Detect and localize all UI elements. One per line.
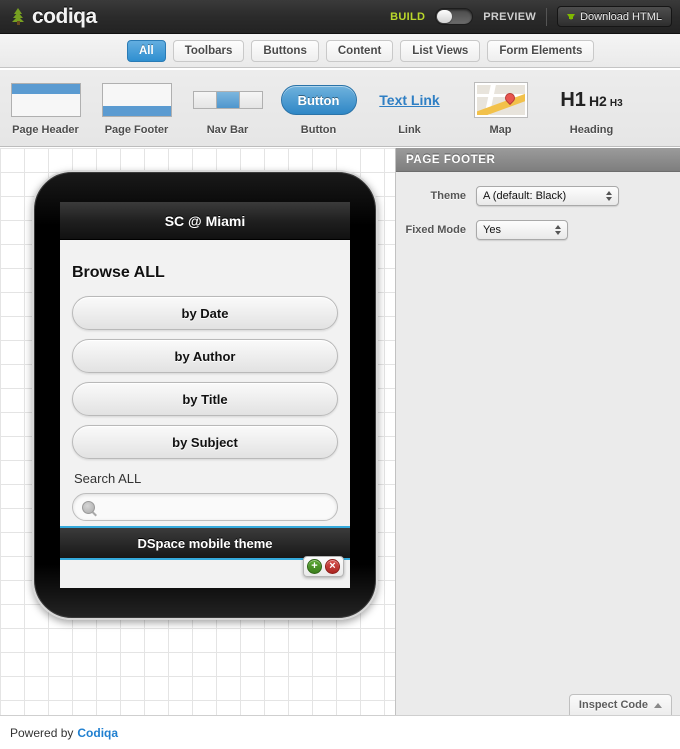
tab-form-elements[interactable]: Form Elements [487,39,595,62]
theme-select[interactable]: A (default: Black) [476,186,619,206]
mobile-button-by-author[interactable]: by Author [72,339,338,373]
field-row-fixed-mode: Fixed Mode Yes [396,220,680,240]
palette-label: Page Header [12,124,79,136]
properties-panel: PAGE FOOTER Theme A (default: Black) Fix… [395,148,680,715]
mobile-heading[interactable]: Browse ALL [72,264,338,282]
field-row-theme: Theme A (default: Black) [396,186,680,206]
fixed-mode-label: Fixed Mode [405,224,466,236]
tree-logo-icon [10,8,26,25]
palette-item-page-header[interactable]: Page Header [0,79,91,136]
delete-element-button[interactable]: × [325,559,340,574]
palette-label: Link [398,124,421,136]
mobile-button-by-title[interactable]: by Title [72,382,338,416]
category-tab-bar: All Toolbars Buttons Content List Views … [0,34,680,68]
heading-h2: H2 [588,92,607,109]
fixed-mode-select[interactable]: Yes [476,220,568,240]
logo[interactable]: codiqa [0,5,97,29]
palette-label: Button [300,124,337,136]
divider [546,7,548,26]
inspect-code-label: Inspect Code [578,699,648,711]
download-html-label: Download HTML [580,10,662,23]
button-icon: Button [280,79,357,121]
tab-all[interactable]: All [127,39,166,62]
palette-label: Heading [569,124,614,136]
palette-item-page-footer[interactable]: Page Footer [91,79,182,136]
powered-by-text: Powered by [10,725,74,740]
download-html-button[interactable]: Download HTML [557,6,672,27]
selection-action-toolbar: + × [303,556,344,577]
download-arrow-icon [567,13,576,20]
heading-h3: H3 [609,97,623,109]
tab-toolbars[interactable]: Toolbars [172,39,245,62]
design-canvas[interactable]: SC @ Miami Browse ALL by Date by Author … [0,148,395,715]
mobile-page-footer[interactable]: DSpace mobile theme [60,526,350,560]
palette-label: Map [489,124,512,136]
preview-label: PREVIEW [483,10,537,23]
page-footer-icon [101,79,172,121]
palette-label: Page Footer [104,124,169,136]
add-element-button[interactable]: + [307,559,322,574]
chevron-updown-icon [555,225,561,235]
mobile-content: Browse ALL by Date by Author by Title by… [60,240,350,521]
build-label: BUILD [390,10,426,23]
palette-item-link[interactable]: Text Link Link [364,79,455,136]
tab-buttons[interactable]: Buttons [251,39,319,62]
heading-icon: H1 H2 H3 [560,79,622,121]
app-root: codiqa BUILD PREVIEW Download HTML All T… [0,0,680,749]
fixed-mode-select-value: Yes [483,224,501,236]
search-icon [82,500,95,514]
panel-title: PAGE FOOTER [396,148,680,172]
toggle-knob [437,10,453,23]
button-icon-label: Button [280,85,357,115]
chevron-updown-icon [606,191,612,201]
palette-label: Nav Bar [206,124,249,136]
page-header-icon [10,79,81,121]
top-bar-right: BUILD PREVIEW Download HTML [390,6,680,27]
link-icon-label: Text Link [379,92,440,108]
link-icon: Text Link [379,79,439,121]
palette-item-map[interactable]: Map [455,79,546,136]
search-input-wrapper[interactable] [72,493,338,521]
chevron-up-icon [654,702,662,708]
theme-select-value: A (default: Black) [483,190,567,202]
search-field-label: Search ALL [74,471,142,486]
widget-palette: Page Header Page Footer Nav Bar Button B… [0,69,680,147]
palette-item-button[interactable]: Button Button [273,79,364,136]
phone-mockup: SC @ Miami Browse ALL by Date by Author … [32,170,378,620]
heading-h1: H1 [560,88,586,111]
page-footer-bar: Powered by Codiqa [0,715,680,749]
theme-label: Theme [430,190,466,202]
inspect-code-button[interactable]: Inspect Code [568,694,672,715]
map-icon [473,79,528,121]
tab-list-views[interactable]: List Views [400,39,481,62]
palette-item-nav-bar[interactable]: Nav Bar [182,79,273,136]
codiqa-link[interactable]: Codiqa [77,726,118,740]
palette-item-heading[interactable]: H1 H2 H3 Heading [546,79,637,137]
mobile-button-by-subject[interactable]: by Subject [72,425,338,459]
nav-bar-icon [192,79,263,121]
mobile-button-by-date[interactable]: by Date [72,296,338,330]
top-bar: codiqa BUILD PREVIEW Download HTML [0,0,680,34]
mobile-footer-wrapper: DSpace mobile theme + × [60,526,350,577]
build-preview-toggle[interactable] [435,8,474,25]
mobile-page-header[interactable]: SC @ Miami [60,202,350,240]
phone-screen: SC @ Miami Browse ALL by Date by Author … [60,202,350,588]
logo-text: codiqa [32,4,97,28]
tab-content[interactable]: Content [325,39,394,62]
